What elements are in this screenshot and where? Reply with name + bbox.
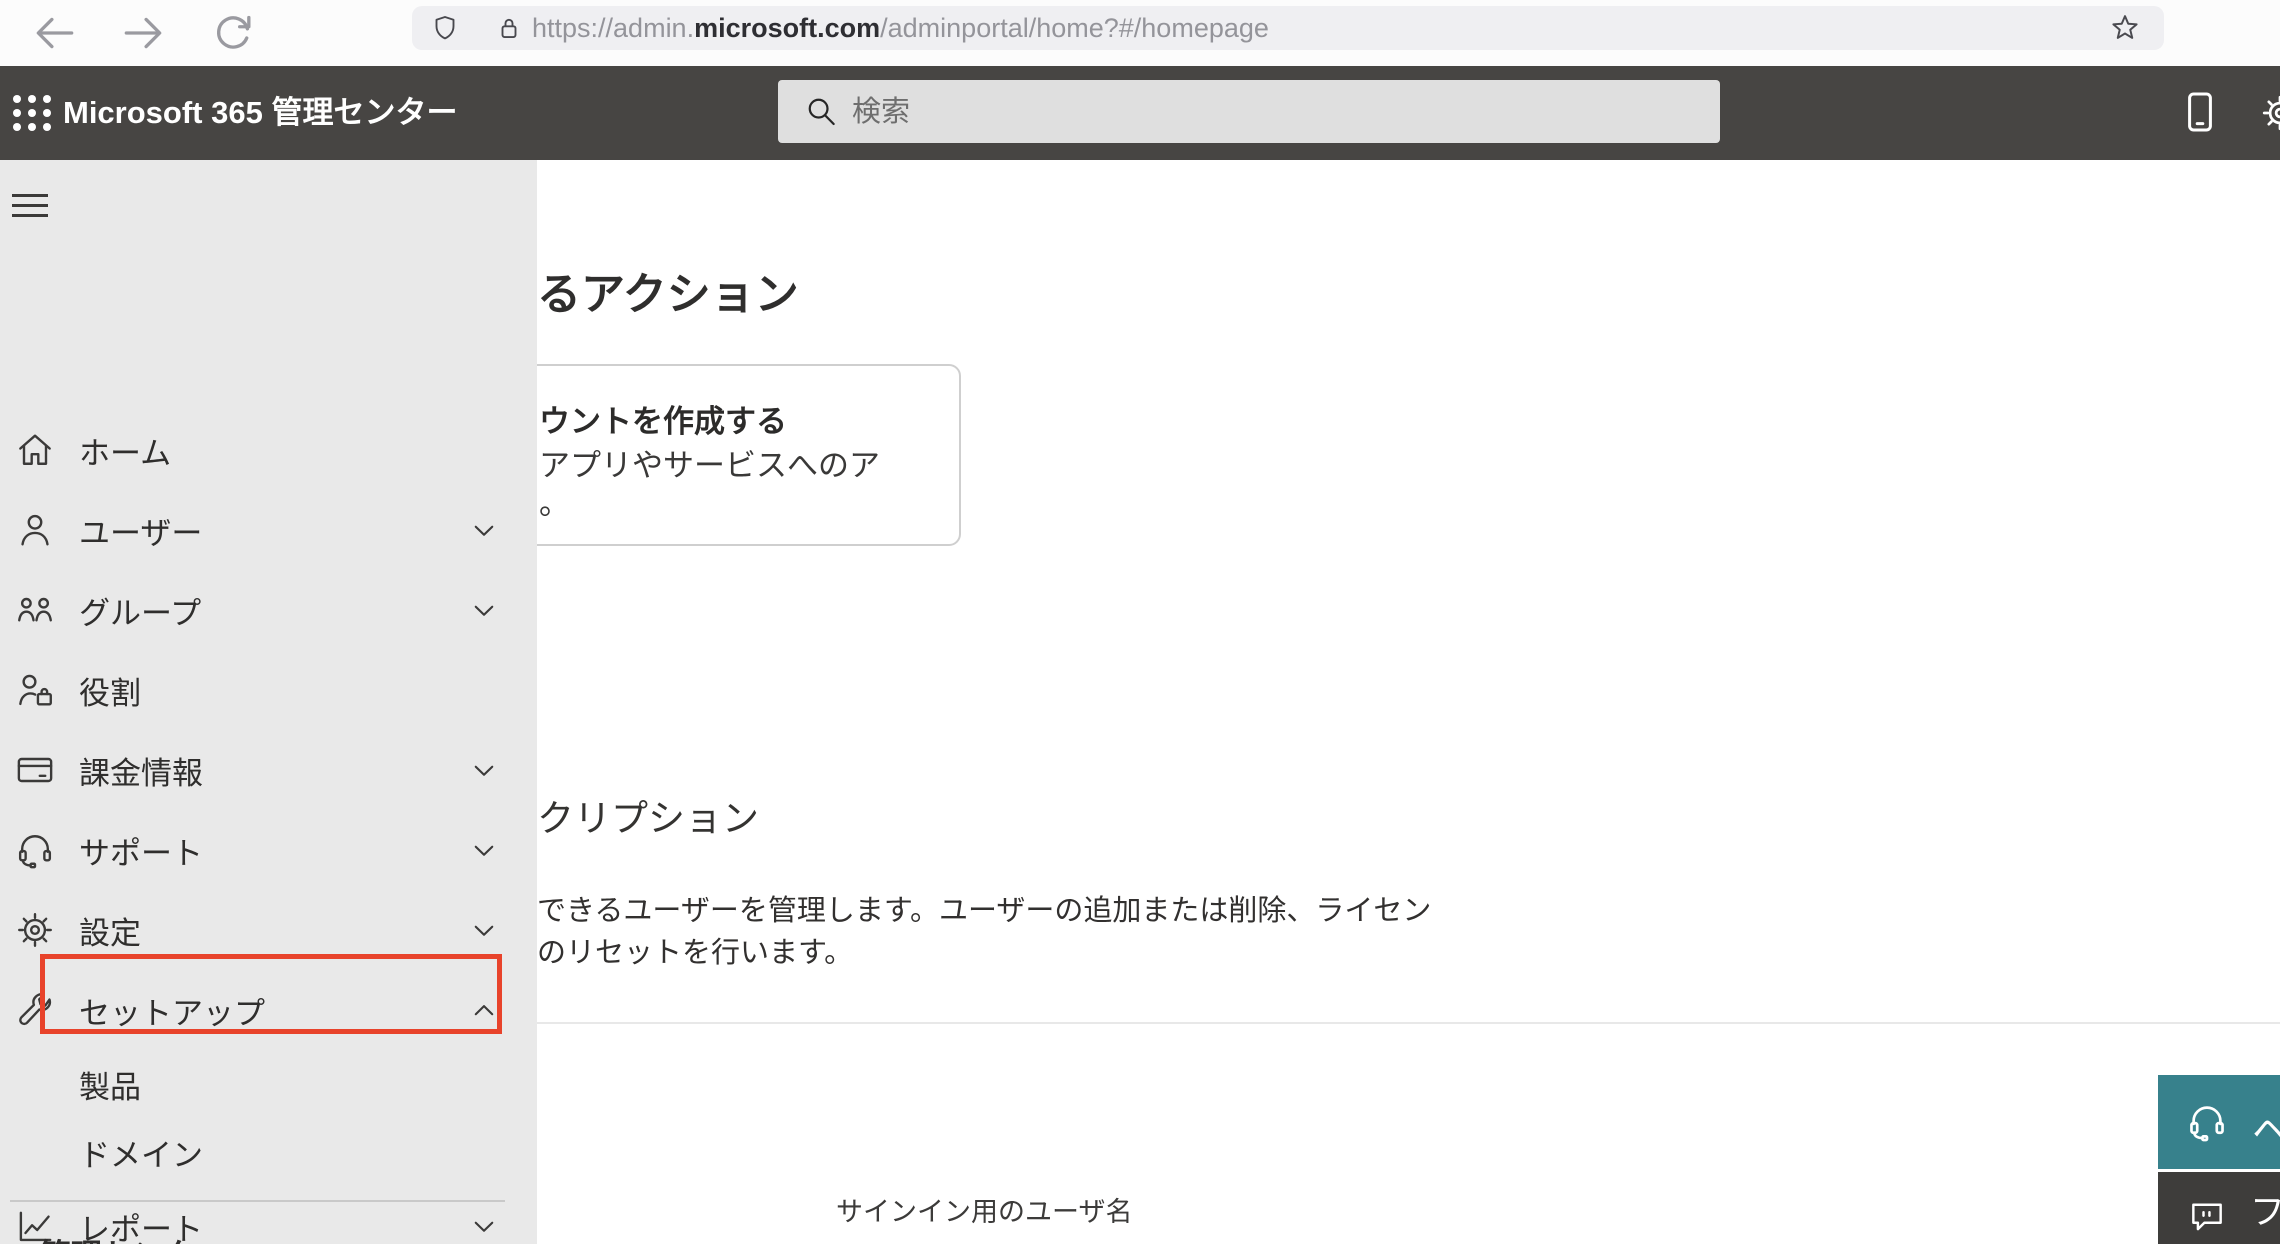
headset-icon <box>13 828 57 872</box>
app-header: Microsoft 365 管理センター <box>0 66 2280 160</box>
browser-back-button[interactable] <box>30 8 80 58</box>
card-body-fragment: アプリやサービスへのア <box>539 440 880 485</box>
star-icon <box>2108 11 2142 45</box>
section-description-line2: のリセットを行います。 <box>537 932 1431 974</box>
feedback-button[interactable]: フ <box>2158 1172 2280 1244</box>
help-support-button[interactable]: ヘ <box>2158 1075 2280 1169</box>
url-bar[interactable]: https://admin.microsoft.com/adminportal/… <box>412 6 2164 50</box>
browser-toolbar: https://admin.microsoft.com/adminportal/… <box>0 0 2280 66</box>
browser-refresh-button[interactable] <box>208 8 258 58</box>
sidebar-item-label: ユーザー <box>79 508 202 553</box>
sidebar-item-home[interactable]: ホーム <box>0 410 537 490</box>
sidebar: ホーム ユーザー グループ 役割 課金情報 サポート 設 <box>0 160 537 1244</box>
domains-highlight-box <box>40 954 502 1034</box>
mobile-app-button[interactable] <box>2176 88 2224 136</box>
url-text[interactable]: https://admin.microsoft.com/adminportal/… <box>532 6 1269 50</box>
search-box[interactable] <box>778 80 1720 143</box>
sidebar-item-label: サポート <box>79 828 203 873</box>
app-title[interactable]: Microsoft 365 管理センター <box>63 66 457 160</box>
sidebar-item-billing[interactable]: 課金情報 <box>0 730 537 810</box>
settings-gear-icon <box>13 908 57 952</box>
feedback-button-label: フ <box>2250 1184 2280 1235</box>
screen: https://admin.microsoft.com/adminportal/… <box>0 0 2280 1244</box>
app-launcher-button[interactable] <box>10 91 54 135</box>
sidebar-item-label: 課金情報 <box>79 748 203 793</box>
url-prefix: https://admin. <box>532 13 694 43</box>
gear-icon <box>2258 91 2280 135</box>
group-icon <box>13 588 57 632</box>
chevron-down-icon <box>466 512 502 548</box>
phone-icon <box>2176 88 2224 136</box>
sidebar-divider <box>10 1200 505 1202</box>
card-title-fragment: ウントを作成する <box>539 396 787 441</box>
chevron-down-icon <box>466 592 502 628</box>
collapse-nav-button[interactable] <box>12 194 48 220</box>
sidebar-item-users[interactable]: ユーザー <box>0 490 537 570</box>
speech-bubble-icon <box>2186 1196 2228 1238</box>
refresh-icon <box>208 8 258 58</box>
sidebar-item-label: ホーム <box>79 428 171 473</box>
signin-username-label: サインイン用のユーザ名 <box>836 1190 1132 1229</box>
help-button-label: ヘ <box>2252 1101 2280 1155</box>
page-heading-fragment: るアクション <box>537 258 799 322</box>
browser-forward-button[interactable] <box>118 8 168 58</box>
sidebar-section-label-partial: 管理センター <box>40 1230 226 1244</box>
lock-icon <box>494 13 524 43</box>
role-icon <box>13 668 57 712</box>
shield-icon[interactable] <box>430 13 460 43</box>
sidebar-item-label: 設定 <box>79 908 141 953</box>
sidebar-item-products[interactable]: 製品 <box>0 1050 537 1118</box>
section-description-line1: できるユーザーを管理します。ユーザーの追加または削除、ライセン <box>537 890 1431 932</box>
content-divider <box>537 1022 2280 1024</box>
chevron-down-icon <box>466 1208 502 1244</box>
search-input[interactable] <box>850 80 1694 145</box>
back-arrow-icon <box>30 8 80 58</box>
billing-card-icon <box>13 748 57 792</box>
sidebar-item-label: グループ <box>79 588 201 633</box>
header-settings-button[interactable] <box>2258 91 2280 135</box>
sidebar-item-groups[interactable]: グループ <box>0 570 537 650</box>
home-icon <box>13 428 57 472</box>
waffle-icon <box>10 91 54 135</box>
sidebar-item-domains[interactable]: ドメイン <box>0 1118 537 1186</box>
sidebar-item-label: 役割 <box>79 668 141 713</box>
chevron-down-icon <box>466 912 502 948</box>
forward-arrow-icon <box>118 8 168 58</box>
chevron-down-icon <box>466 832 502 868</box>
sidebar-item-roles[interactable]: 役割 <box>0 650 537 730</box>
section-heading-fragment: クリプション <box>537 788 759 842</box>
sidebar-item-label: ドメイン <box>79 1130 203 1175</box>
url-domain: microsoft.com <box>694 13 880 43</box>
search-icon <box>802 92 840 130</box>
section-description: できるユーザーを管理します。ユーザーの追加または削除、ライセン のリセットを行い… <box>537 890 1431 974</box>
sidebar-item-label: 製品 <box>79 1062 141 1107</box>
chevron-down-icon <box>466 752 502 788</box>
url-path: /adminportal/home?#/homepage <box>880 13 1269 43</box>
bookmark-star-button[interactable] <box>2108 11 2142 45</box>
recommended-action-card[interactable]: ウントを作成する アプリやサービスへのア 。 <box>515 364 961 546</box>
sidebar-item-support[interactable]: サポート <box>0 810 537 890</box>
user-icon <box>13 508 57 552</box>
card-body-fragment-2: 。 <box>539 478 570 523</box>
hamburger-icon <box>12 194 48 197</box>
headset-icon <box>2184 1099 2230 1145</box>
